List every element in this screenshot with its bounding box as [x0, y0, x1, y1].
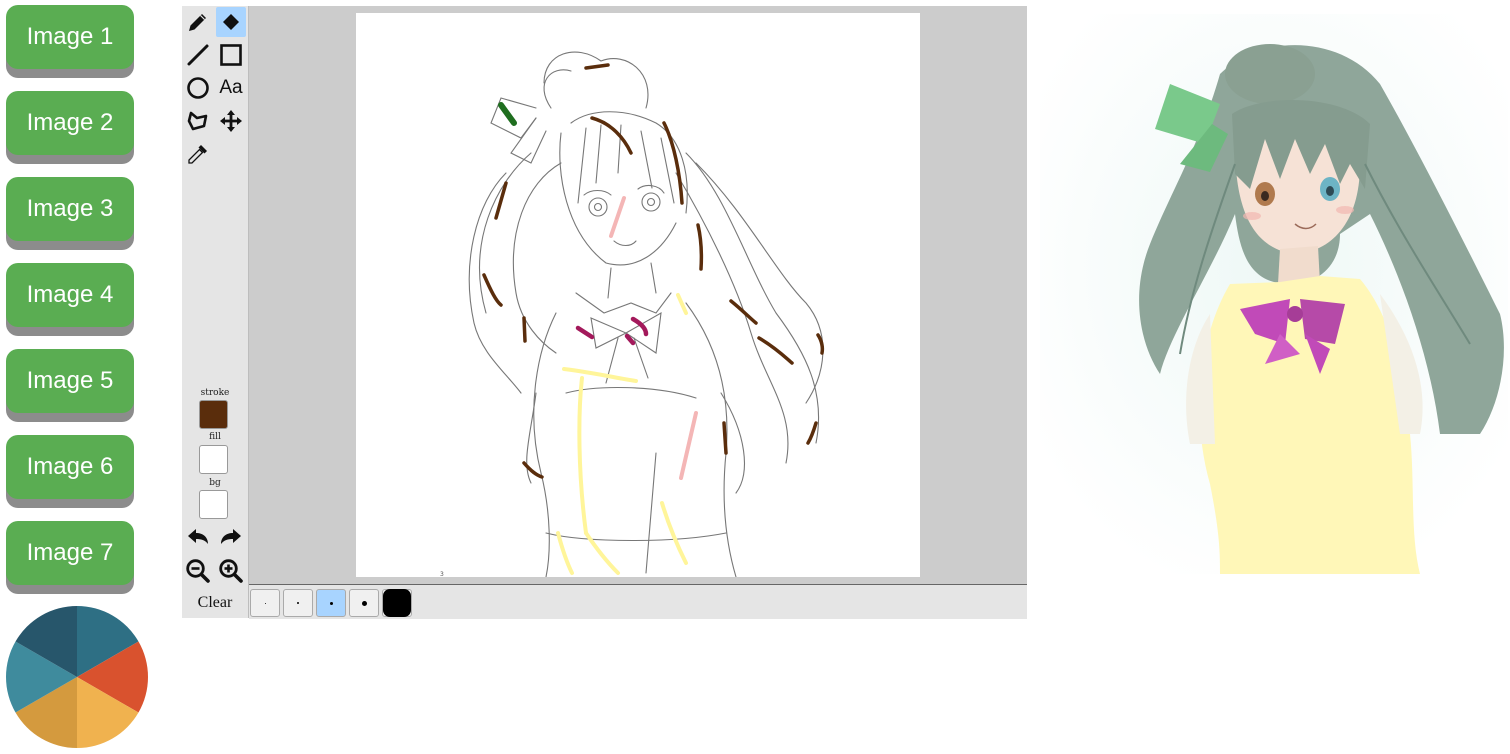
zoom-out-button[interactable]: [183, 556, 213, 586]
image-button-3[interactable]: Image 3: [6, 177, 134, 241]
brush-size-button[interactable]: [382, 589, 412, 617]
eyedropper-icon: [188, 145, 207, 164]
eraser-icon: [223, 14, 239, 30]
clear-button[interactable]: Clear: [182, 588, 248, 618]
undo-button[interactable]: [183, 523, 213, 553]
svg-text:3: 3: [440, 571, 444, 577]
text-icon: Aa: [219, 77, 243, 98]
brush-size-dot: [329, 601, 333, 605]
toolbar: Aa stroke fill bg Clear: [182, 6, 249, 618]
sketch-drawing: 3: [440, 51, 825, 578]
brush-size-bar: [249, 584, 1027, 619]
undo-icon: [188, 529, 208, 544]
drawing-canvas[interactable]: 3: [356, 13, 920, 578]
line-tool[interactable]: [183, 40, 213, 70]
redo-icon: [221, 529, 241, 544]
image-button-7[interactable]: Image 7: [6, 521, 134, 585]
rectangle-icon: [220, 44, 242, 66]
bg-color-swatch[interactable]: [199, 490, 228, 519]
zoom-in-button[interactable]: [216, 556, 246, 586]
eraser-tool[interactable]: [216, 7, 246, 37]
zoom-in-icon: [219, 559, 243, 583]
color-wheel-icon[interactable]: [6, 606, 148, 748]
brush-size-button[interactable]: [316, 589, 346, 617]
canvas-area: 3: [249, 6, 1027, 584]
eyedropper-tool[interactable]: [183, 139, 213, 169]
pencil-tool[interactable]: [183, 7, 213, 37]
polygon-icon: [187, 111, 208, 131]
brush-size-button[interactable]: [349, 589, 379, 617]
text-tool[interactable]: Aa: [216, 73, 246, 103]
ellipse-tool[interactable]: [183, 73, 213, 103]
bg-label: bg: [209, 478, 221, 488]
line-icon: [187, 44, 209, 66]
colorized-output-image: [1040, 14, 1508, 574]
circle-icon: [187, 77, 209, 99]
brush-size-dot: [297, 602, 299, 604]
zoom-out-icon: [186, 559, 210, 583]
brush-size-button[interactable]: [250, 589, 280, 617]
brush-size-dot: [361, 600, 367, 606]
move-icon: [220, 110, 242, 132]
image-button-5[interactable]: Image 5: [6, 349, 134, 413]
paint-app: Aa stroke fill bg Clear 3: [182, 6, 1027, 619]
polygon-tool[interactable]: [183, 106, 213, 136]
image-button-4[interactable]: Image 4: [6, 263, 134, 327]
image-button-1[interactable]: Image 1: [6, 5, 134, 69]
redo-button[interactable]: [216, 523, 246, 553]
pencil-icon: [189, 14, 206, 31]
brush-size-dot: [264, 602, 266, 604]
colorized-output-drawing: [1040, 14, 1508, 574]
image-button-2[interactable]: Image 2: [6, 91, 134, 155]
move-tool[interactable]: [216, 106, 246, 136]
fill-label: fill: [209, 432, 221, 442]
stroke-color-swatch[interactable]: [199, 400, 228, 429]
brush-size-dot: [383, 589, 411, 617]
image-button-6[interactable]: Image 6: [6, 435, 134, 499]
rectangle-tool[interactable]: [216, 40, 246, 70]
stroke-label: stroke: [200, 388, 230, 398]
brush-size-button[interactable]: [283, 589, 313, 617]
fill-color-swatch[interactable]: [199, 445, 228, 474]
